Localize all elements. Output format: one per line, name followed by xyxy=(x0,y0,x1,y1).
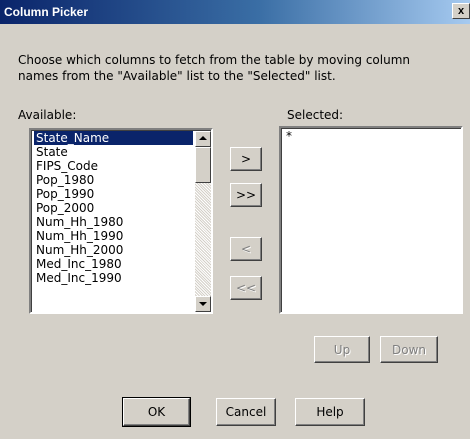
close-button[interactable]: x xyxy=(452,3,470,19)
available-list-item[interactable]: Num_Hh_2000 xyxy=(34,243,193,257)
selected-listbox[interactable]: * xyxy=(279,126,463,314)
column-picker-dialog: Column Picker x Choose which columns to … xyxy=(0,0,470,439)
move-down-button[interactable]: Down xyxy=(380,336,438,363)
available-label: Available: xyxy=(18,108,77,122)
available-list-item[interactable]: Med_Inc_1980 xyxy=(34,257,193,271)
available-list-item[interactable]: Pop_1980 xyxy=(34,173,193,187)
selected-label: Selected: xyxy=(287,108,344,122)
remove-all-columns-button[interactable]: << xyxy=(230,276,262,300)
available-list-item[interactable]: Pop_2000 xyxy=(34,201,193,215)
available-list-item[interactable]: Pop_1990 xyxy=(34,187,193,201)
arrow-up-icon xyxy=(199,136,207,140)
ok-button[interactable]: OK xyxy=(122,397,191,427)
instructions-text: Choose which columns to fetch from the t… xyxy=(18,53,410,83)
available-list-item[interactable]: Num_Hh_1980 xyxy=(34,215,193,229)
arrow-down-icon xyxy=(199,302,207,306)
scroll-down-button[interactable] xyxy=(195,296,211,312)
available-scrollbar[interactable] xyxy=(195,131,211,312)
available-list-item[interactable]: Num_Hh_1990 xyxy=(34,229,193,243)
window-title: Column Picker xyxy=(4,5,89,19)
available-list-item[interactable]: State_Name xyxy=(34,131,193,145)
available-list-item[interactable]: State xyxy=(34,145,193,159)
title-bar[interactable]: Column Picker x xyxy=(0,0,470,24)
scroll-up-button[interactable] xyxy=(195,131,211,147)
move-up-button[interactable]: Up xyxy=(314,336,370,363)
selected-list-item[interactable]: * xyxy=(284,129,459,143)
add-column-button[interactable]: > xyxy=(230,147,262,171)
help-button[interactable]: Help xyxy=(295,398,365,426)
available-list-item[interactable]: Med_Inc_1990 xyxy=(34,271,193,285)
available-listbox[interactable]: State_Name State FIPS_Code Pop_1980 Pop_1990… xyxy=(29,128,213,314)
available-items: State_Name State FIPS_Code Pop_1980 Pop_1990… xyxy=(34,131,193,285)
remove-column-button[interactable]: < xyxy=(230,237,262,261)
cancel-button[interactable]: Cancel xyxy=(216,398,276,426)
add-all-columns-button[interactable]: >> xyxy=(230,183,262,207)
selected-items: * xyxy=(284,129,459,143)
scroll-thumb[interactable] xyxy=(195,147,211,183)
available-list-item[interactable]: FIPS_Code xyxy=(34,159,193,173)
